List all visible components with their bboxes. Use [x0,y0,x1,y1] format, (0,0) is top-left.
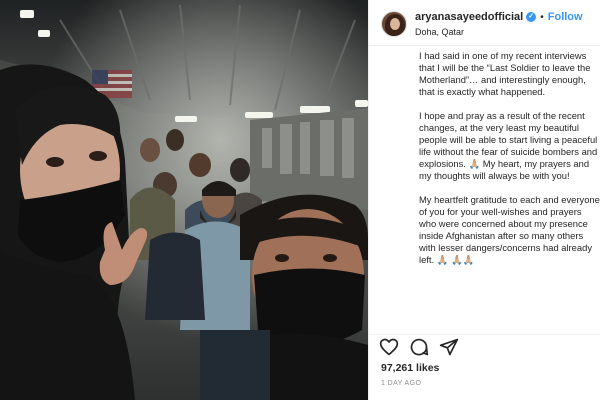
post-side-panel: aryanasayeedofficial ✓ • Follow Doha, Qa… [368,0,600,400]
heart-icon[interactable] [379,337,399,357]
caption-paragraph: I hope and pray as a result of the recen… [419,110,600,181]
avatar-face [390,18,400,30]
location-link[interactable]: Doha, Qatar [415,27,464,37]
divider [369,334,600,335]
action-bar [379,336,459,358]
post-photo[interactable] [0,0,368,400]
like-count[interactable]: 97,261 likes [381,362,439,374]
username-link[interactable]: aryanasayeedofficial [415,11,523,23]
avatar[interactable] [381,11,407,37]
share-icon[interactable] [439,337,459,357]
post-header: aryanasayeedofficial ✓ • Follow Doha, Qa… [369,0,600,46]
caption-paragraph: My heartfelt gratitude to each and every… [419,194,600,265]
photo-scene [0,0,368,400]
user-row: aryanasayeedofficial ✓ • Follow [415,11,583,23]
caption-paragraph: I had said in one of my recent interview… [419,50,594,97]
comment-icon[interactable] [409,337,429,357]
post-timestamp[interactable]: 1 DAY AGO [381,380,421,387]
post-caption: I had said in one of my recent interview… [419,50,600,333]
verified-badge-icon: ✓ [526,12,537,22]
follow-button[interactable]: Follow [548,11,583,23]
separator-dot: • [540,11,544,23]
